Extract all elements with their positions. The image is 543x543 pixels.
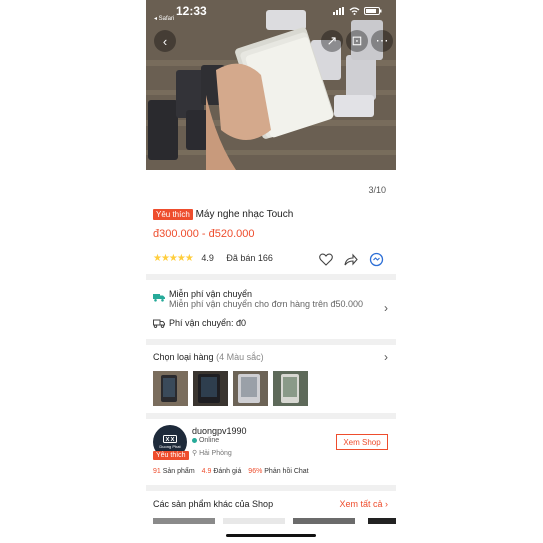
free-shipping-icon bbox=[153, 294, 165, 302]
chevron-right-icon[interactable]: › bbox=[384, 301, 388, 315]
sold-count: Đã bán 166 bbox=[226, 253, 273, 263]
shop-rating: 4.9 bbox=[201, 468, 212, 475]
product-title-row: Yêu thích Máy nghe nhạc Touch bbox=[153, 209, 293, 220]
view-shop-button[interactable]: Xem Shop bbox=[336, 434, 388, 450]
shop-stats: 91 Sản phẩm 4.9 Đánh giá 96% Phản hồi Ch… bbox=[153, 468, 309, 475]
image-counter: 3/10 bbox=[368, 185, 386, 195]
shipping-fee: Phí vận chuyển: đ0 bbox=[169, 318, 247, 328]
product-card-1[interactable] bbox=[153, 518, 215, 524]
divider bbox=[146, 339, 396, 345]
shop-avatar-text: Duong Phat bbox=[159, 444, 181, 449]
product-card-3[interactable] bbox=[293, 518, 355, 524]
share-icon[interactable] bbox=[344, 253, 358, 266]
heart-icon[interactable] bbox=[319, 253, 333, 266]
back-to-app[interactable]: ◂ Safari bbox=[154, 15, 174, 22]
variant-selector[interactable]: Chọn loại hàng (4 Màu sắc) bbox=[153, 352, 264, 362]
product-photo bbox=[146, 0, 396, 170]
status-icons bbox=[333, 7, 382, 15]
shop-online-status: Online bbox=[192, 437, 219, 444]
back-icon[interactable]: ‹ bbox=[154, 30, 176, 52]
shop-favorite-badge: Yêu thích bbox=[153, 451, 189, 460]
divider bbox=[146, 485, 396, 491]
favorite-badge: Yêu thích bbox=[153, 209, 193, 220]
variant-thumb-1[interactable] bbox=[153, 371, 188, 406]
more-icon[interactable]: ⋯ bbox=[371, 30, 393, 52]
product-card-4[interactable] bbox=[368, 518, 396, 524]
shop-rating-label: Đánh giá bbox=[213, 468, 242, 475]
variant-thumb-3[interactable] bbox=[233, 371, 268, 406]
divider bbox=[146, 413, 396, 419]
cart-icon[interactable]: ⊡ bbox=[346, 30, 368, 52]
status-bar: 12:33 ◂ Safari bbox=[146, 0, 396, 24]
shop-logo-icon bbox=[163, 435, 177, 443]
products-count: 91 bbox=[153, 468, 161, 475]
rating-value: 4.9 bbox=[201, 253, 214, 263]
variant-thumb-4[interactable] bbox=[273, 371, 308, 406]
chevron-right-icon: › bbox=[385, 499, 388, 509]
see-all-label: Xem tất cả bbox=[339, 499, 383, 509]
shop-location: ⚲ Hải Phòng bbox=[192, 449, 232, 457]
location-pin-icon: ⚲ bbox=[192, 450, 198, 457]
chat-icon[interactable] bbox=[369, 252, 384, 267]
home-indicator bbox=[226, 534, 316, 537]
star-rating-icon: ★★★★★ bbox=[153, 253, 194, 264]
truck-icon bbox=[153, 319, 165, 328]
wifi-icon bbox=[349, 7, 360, 15]
see-all-link[interactable]: Xem tất cả › bbox=[339, 499, 388, 509]
location-label: Hải Phòng bbox=[199, 450, 232, 457]
variant-thumb-2[interactable] bbox=[193, 371, 228, 406]
share-icon[interactable]: ↗ bbox=[321, 30, 343, 52]
online-label: Online bbox=[198, 437, 220, 444]
status-time: 12:33 bbox=[176, 4, 207, 18]
other-products-title: Các sản phẩm khác của Shop bbox=[153, 499, 274, 509]
product-page: 12:33 ◂ Safari ‹ ↗ ⊡ ⋯ 3/10 Yêu thích Má… bbox=[146, 0, 396, 543]
shop-name[interactable]: duongpv1990 bbox=[192, 426, 247, 436]
product-image[interactable]: 12:33 ◂ Safari ‹ ↗ ⊡ ⋯ bbox=[146, 0, 396, 170]
battery-icon bbox=[364, 7, 382, 15]
products-label: Sản phẩm bbox=[162, 468, 195, 475]
product-title: Máy nghe nhạc Touch bbox=[195, 209, 294, 221]
online-dot-icon bbox=[192, 437, 197, 443]
chat-rate: 96% bbox=[248, 468, 263, 475]
divider bbox=[146, 274, 396, 280]
free-shipping-subtitle: Miễn phí vận chuyển cho đơn hàng trên đ5… bbox=[169, 299, 364, 309]
product-price: đ300.000 - đ520.000 bbox=[153, 228, 255, 240]
variant-title: Chọn loại hàng bbox=[153, 352, 214, 362]
variant-count: (4 Màu sắc) bbox=[216, 352, 264, 362]
product-card-2[interactable] bbox=[223, 518, 285, 524]
free-shipping-title: Miễn phí vận chuyển bbox=[169, 289, 253, 299]
chat-rate-label: Phản hồi Chat bbox=[264, 468, 309, 475]
chevron-right-icon[interactable]: › bbox=[384, 350, 388, 364]
rating-row: ★★★★★ 4.9 Đã bán 166 bbox=[153, 252, 393, 267]
signal-icon bbox=[333, 7, 344, 15]
